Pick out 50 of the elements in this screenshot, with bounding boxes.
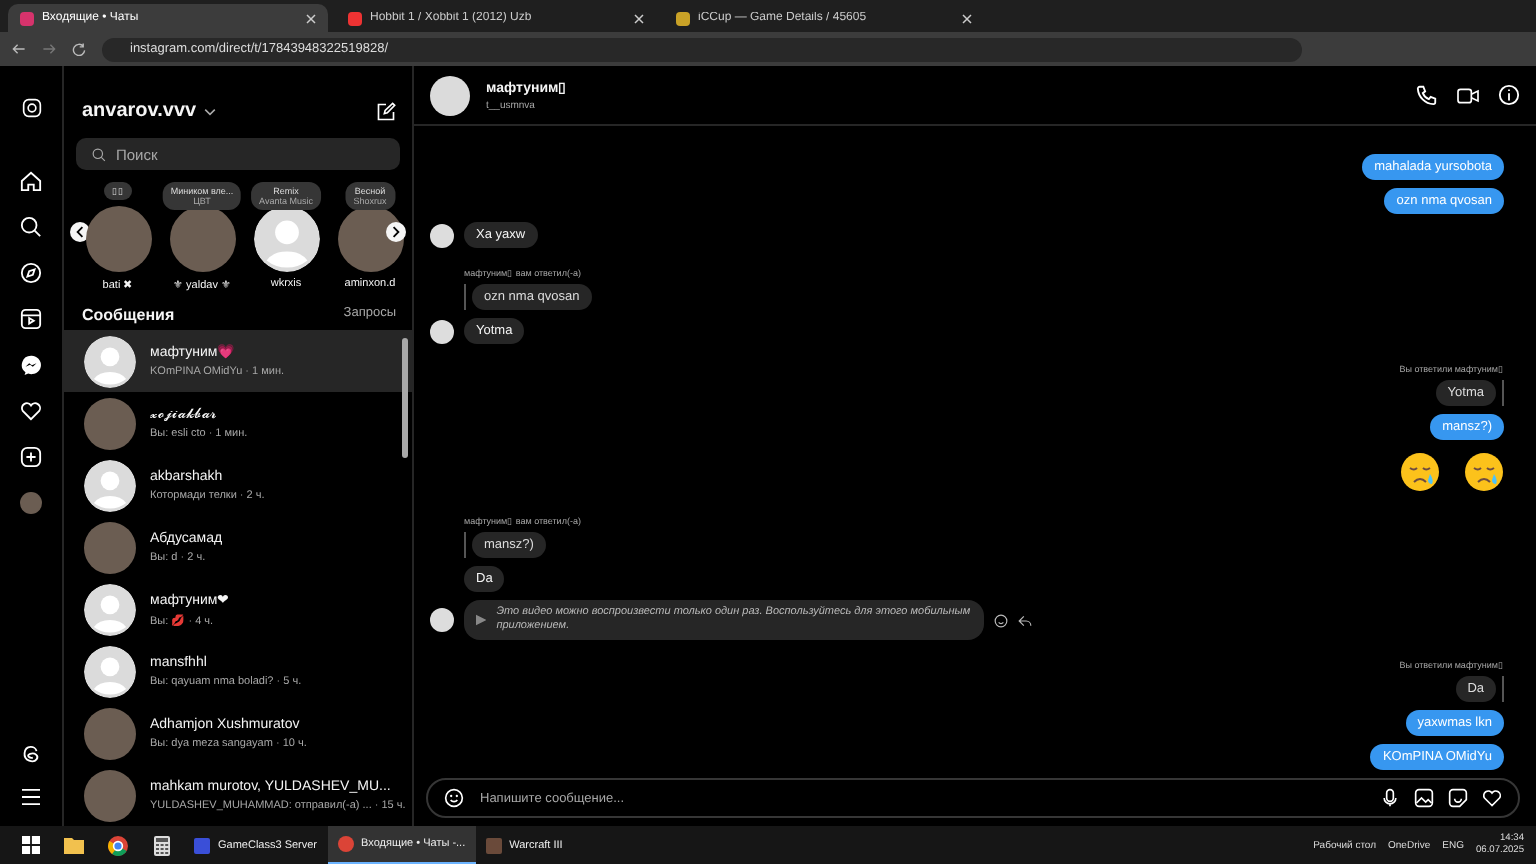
search-icon[interactable] (20, 216, 42, 238)
search-icon (92, 147, 106, 161)
app-icon (194, 837, 210, 853)
heart-icon[interactable] (20, 400, 42, 422)
sticker-icon[interactable] (1448, 788, 1468, 808)
instagram-icon[interactable] (21, 98, 41, 118)
heart-icon[interactable] (1482, 788, 1502, 808)
close-icon[interactable] (962, 13, 972, 23)
phone-icon[interactable] (1416, 84, 1438, 106)
sad-face-icon (1464, 452, 1504, 492)
threads-icon[interactable] (20, 742, 42, 764)
avatar (430, 608, 454, 632)
chevron-down-icon[interactable] (204, 107, 217, 115)
compose-icon[interactable] (376, 101, 396, 121)
chevron-left-icon (76, 226, 84, 238)
chevron-right-icon (392, 226, 400, 238)
site-icon (348, 11, 362, 25)
close-icon[interactable] (634, 13, 644, 23)
reply-icon[interactable] (1018, 613, 1032, 627)
microphone-icon[interactable] (1380, 788, 1400, 808)
plus-icon[interactable] (20, 446, 42, 468)
previous-button[interactable] (70, 222, 90, 242)
folder-icon[interactable] (64, 836, 84, 854)
info-icon[interactable] (1498, 84, 1520, 106)
account-switcher[interactable]: anvarov.vvv (82, 100, 197, 122)
avatar[interactable] (430, 75, 470, 115)
calculator-icon[interactable] (154, 835, 170, 855)
back-arrow-icon[interactable] (12, 42, 26, 56)
home-icon[interactable] (20, 170, 42, 192)
next-button[interactable] (386, 222, 406, 242)
scrollbar[interactable] (402, 338, 408, 458)
site-icon (676, 11, 690, 25)
messenger-icon[interactable] (20, 354, 42, 376)
browser-icon[interactable] (108, 835, 128, 855)
section-title: Сообщения (82, 306, 175, 324)
reels-icon[interactable] (20, 308, 42, 330)
sad-face-icon (1400, 452, 1440, 492)
image-icon[interactable] (1414, 788, 1434, 808)
profile-avatar[interactable] (20, 492, 42, 514)
app-icon (485, 837, 502, 853)
reload-icon[interactable] (72, 42, 86, 56)
play-icon[interactable] (476, 614, 487, 626)
close-icon[interactable] (306, 13, 316, 23)
site-icon (20, 11, 34, 25)
menu-icon[interactable] (20, 788, 42, 806)
compass-icon[interactable] (20, 262, 42, 284)
windows-start-icon[interactable] (21, 836, 39, 854)
app-icon (337, 836, 354, 852)
video-camera-icon[interactable] (1456, 85, 1480, 105)
smiley-icon[interactable] (994, 613, 1008, 627)
